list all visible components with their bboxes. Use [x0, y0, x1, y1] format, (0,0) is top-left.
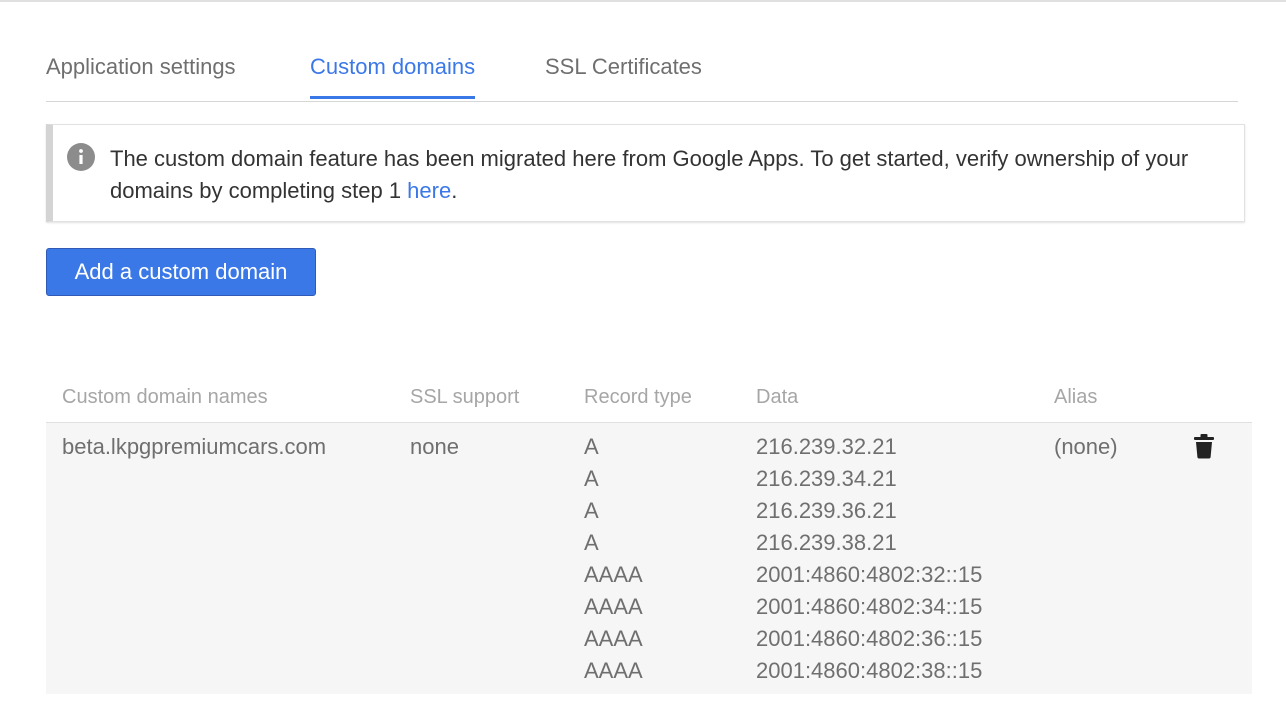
domain-name-cell: beta.lkpgpremiumcars.com [62, 434, 327, 459]
record-type: A [584, 530, 599, 555]
banner-period: . [451, 178, 458, 203]
header-data: Data [756, 386, 799, 408]
record-data: 2001:4860:4802:36::15 [756, 626, 983, 651]
info-icon [67, 143, 95, 171]
record-data: 2001:4860:4802:34::15 [756, 594, 983, 619]
record-type: AAAA [584, 658, 643, 683]
custom-domains-page: Application settings Custom domains SSL … [0, 0, 1286, 724]
record-type: A [584, 466, 599, 491]
record-data: 216.239.32.21 [756, 434, 897, 459]
tab-ssl-certificates[interactable]: SSL Certificates [545, 54, 702, 96]
tab-custom-domains[interactable]: Custom domains [310, 54, 476, 99]
settings-tabs: Application settings Custom domains SSL … [46, 40, 1238, 102]
record-type-cell: A A A A AAAA AAAA AAAA AAAA [584, 431, 643, 687]
alias-cell: (none) [1054, 434, 1118, 459]
custom-domains-table: Custom domain names SSL support Record t… [46, 374, 1252, 694]
trash-icon[interactable] [1193, 433, 1215, 459]
record-data: 2001:4860:4802:38::15 [756, 658, 983, 683]
header-alias: Alias [1054, 386, 1098, 408]
record-data: 216.239.34.21 [756, 466, 897, 491]
record-type: A [584, 498, 599, 523]
header-ssl-support: SSL support [410, 386, 520, 408]
record-data: 216.239.36.21 [756, 498, 897, 523]
record-data: 216.239.38.21 [756, 530, 897, 555]
header-custom-domain-names: Custom domain names [62, 386, 268, 408]
record-data-cell: 216.239.32.21 216.239.34.21 216.239.36.2… [756, 431, 982, 687]
table-header: Custom domain names SSL support Record t… [46, 374, 1252, 423]
table-row: beta.lkpgpremiumcars.com none A A A A AA… [46, 423, 1252, 694]
ssl-support-cell: none [410, 434, 459, 459]
record-data: 2001:4860:4802:32::15 [756, 562, 983, 587]
banner-text: The custom domain feature has been migra… [110, 146, 1189, 203]
banner-here-link[interactable]: here [407, 178, 451, 203]
migration-info-banner: The custom domain feature has been migra… [46, 124, 1245, 222]
top-divider [0, 0, 1286, 2]
add-custom-domain-button[interactable]: Add a custom domain [46, 248, 316, 296]
tab-application-settings[interactable]: Application settings [46, 54, 236, 96]
record-type: AAAA [584, 626, 643, 651]
record-type: AAAA [584, 594, 643, 619]
header-record-type: Record type [584, 386, 692, 408]
banner-message: The custom domain feature has been migra… [110, 143, 1210, 207]
record-type: AAAA [584, 562, 643, 587]
record-type: A [584, 434, 599, 459]
